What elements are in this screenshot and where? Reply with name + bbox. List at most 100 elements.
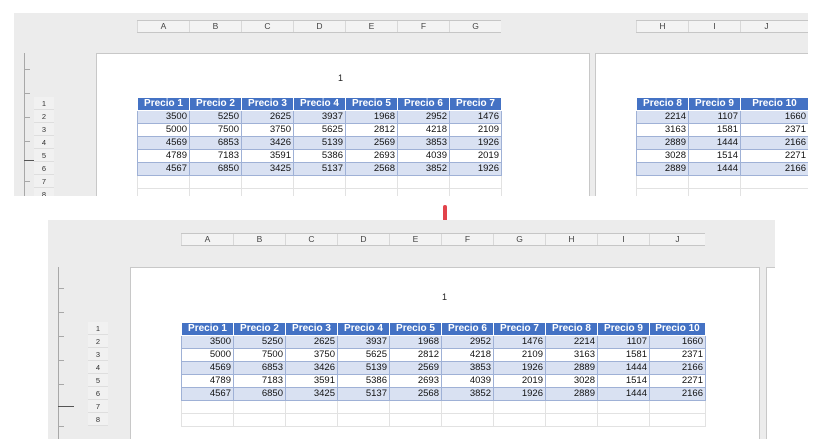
cell[interactable]: 7183 xyxy=(189,149,242,163)
header-cell[interactable]: Precio 10 xyxy=(740,97,808,111)
cell[interactable]: 2166 xyxy=(740,136,808,150)
cell[interactable] xyxy=(545,413,598,427)
cell[interactable]: 4569 xyxy=(181,361,234,375)
cell[interactable]: 2569 xyxy=(345,136,398,150)
cell[interactable]: 4789 xyxy=(181,374,234,388)
cell[interactable]: 4567 xyxy=(181,387,234,401)
header-cell[interactable]: Precio 1 xyxy=(137,97,190,111)
cell[interactable]: 2625 xyxy=(285,335,338,349)
cell[interactable]: 2271 xyxy=(740,149,808,163)
row-header[interactable]: 3 xyxy=(34,123,54,136)
cell[interactable] xyxy=(189,175,242,189)
cell[interactable]: 2812 xyxy=(345,123,398,137)
cell[interactable]: 1444 xyxy=(597,387,650,401)
column-header[interactable]: F xyxy=(397,21,449,32)
cell[interactable]: 4567 xyxy=(137,162,190,176)
cell[interactable] xyxy=(649,400,706,414)
header-cell[interactable]: Precio 6 xyxy=(441,322,494,336)
row-header[interactable]: 3 xyxy=(88,348,108,361)
cell[interactable]: 5386 xyxy=(337,374,390,388)
column-header[interactable]: A xyxy=(137,21,189,32)
header-cell[interactable]: Precio 1 xyxy=(181,322,234,336)
cell[interactable]: 3937 xyxy=(293,110,346,124)
column-header[interactable]: H xyxy=(636,21,688,32)
cell[interactable] xyxy=(389,400,442,414)
header-cell[interactable]: Precio 8 xyxy=(545,322,598,336)
cell[interactable]: 3426 xyxy=(285,361,338,375)
cell[interactable] xyxy=(345,188,398,196)
cell[interactable]: 5250 xyxy=(233,335,286,349)
cell[interactable]: 2371 xyxy=(740,123,808,137)
cell[interactable]: 3853 xyxy=(441,361,494,375)
cell[interactable] xyxy=(389,413,442,427)
cell[interactable] xyxy=(345,175,398,189)
cell[interactable]: 1514 xyxy=(597,374,650,388)
column-header[interactable]: I xyxy=(597,234,649,245)
cell[interactable]: 3852 xyxy=(441,387,494,401)
cell[interactable]: 7500 xyxy=(233,348,286,362)
cell[interactable]: 6850 xyxy=(189,162,242,176)
cell[interactable]: 2568 xyxy=(389,387,442,401)
cell[interactable]: 1660 xyxy=(649,335,706,349)
cell[interactable]: 3163 xyxy=(636,123,689,137)
cell[interactable] xyxy=(233,413,286,427)
column-header[interactable]: E xyxy=(389,234,441,245)
cell[interactable]: 5625 xyxy=(293,123,346,137)
column-header[interactable]: G xyxy=(493,234,545,245)
column-header[interactable]: H xyxy=(545,234,597,245)
row-header[interactable]: 2 xyxy=(34,110,54,123)
cell[interactable]: 2569 xyxy=(389,361,442,375)
cell[interactable]: 2889 xyxy=(636,162,689,176)
cell[interactable]: 7500 xyxy=(189,123,242,137)
row-header[interactable]: 1 xyxy=(34,97,54,110)
column-header[interactable]: J xyxy=(649,234,705,245)
cell[interactable]: 3028 xyxy=(545,374,598,388)
cell[interactable]: 3425 xyxy=(241,162,294,176)
cell[interactable] xyxy=(545,400,598,414)
cell[interactable] xyxy=(233,400,286,414)
cell[interactable] xyxy=(649,413,706,427)
cell[interactable] xyxy=(449,188,502,196)
cell[interactable]: 2693 xyxy=(345,149,398,163)
cell[interactable] xyxy=(137,175,190,189)
cell[interactable]: 1514 xyxy=(688,149,741,163)
cell[interactable]: 1476 xyxy=(449,110,502,124)
header-cell[interactable]: Precio 8 xyxy=(636,97,689,111)
cell[interactable]: 3591 xyxy=(241,149,294,163)
cell[interactable] xyxy=(181,413,234,427)
cell[interactable] xyxy=(636,188,689,196)
cell[interactable]: 3426 xyxy=(241,136,294,150)
row-header[interactable]: 7 xyxy=(88,400,108,413)
header-cell[interactable]: Precio 4 xyxy=(337,322,390,336)
row-header[interactable]: 7 xyxy=(34,175,54,188)
column-header[interactable]: C xyxy=(241,21,293,32)
header-cell[interactable]: Precio 7 xyxy=(493,322,546,336)
cell[interactable]: 1660 xyxy=(740,110,808,124)
cell[interactable]: 2166 xyxy=(649,387,706,401)
cell[interactable]: 5139 xyxy=(337,361,390,375)
cell[interactable] xyxy=(597,400,650,414)
cell[interactable]: 3163 xyxy=(545,348,598,362)
cell[interactable]: 1107 xyxy=(688,110,741,124)
cell[interactable]: 7183 xyxy=(233,374,286,388)
column-header[interactable]: E xyxy=(345,21,397,32)
cell[interactable]: 2889 xyxy=(545,361,598,375)
cell[interactable] xyxy=(493,400,546,414)
column-header[interactable]: A xyxy=(181,234,233,245)
cell[interactable]: 4039 xyxy=(441,374,494,388)
cell[interactable]: 2889 xyxy=(636,136,689,150)
row-header[interactable]: 6 xyxy=(34,162,54,175)
cell[interactable] xyxy=(441,400,494,414)
column-header[interactable]: C xyxy=(285,234,337,245)
cell[interactable] xyxy=(688,188,741,196)
cell[interactable]: 4218 xyxy=(441,348,494,362)
cell[interactable]: 3028 xyxy=(636,149,689,163)
header-cell[interactable]: Precio 10 xyxy=(649,322,706,336)
cell[interactable] xyxy=(285,413,338,427)
cell[interactable] xyxy=(740,188,808,196)
header-cell[interactable]: Precio 2 xyxy=(189,97,242,111)
cell[interactable]: 2214 xyxy=(545,335,598,349)
cell[interactable]: 5000 xyxy=(137,123,190,137)
cell[interactable]: 3937 xyxy=(337,335,390,349)
header-cell[interactable]: Precio 9 xyxy=(597,322,650,336)
